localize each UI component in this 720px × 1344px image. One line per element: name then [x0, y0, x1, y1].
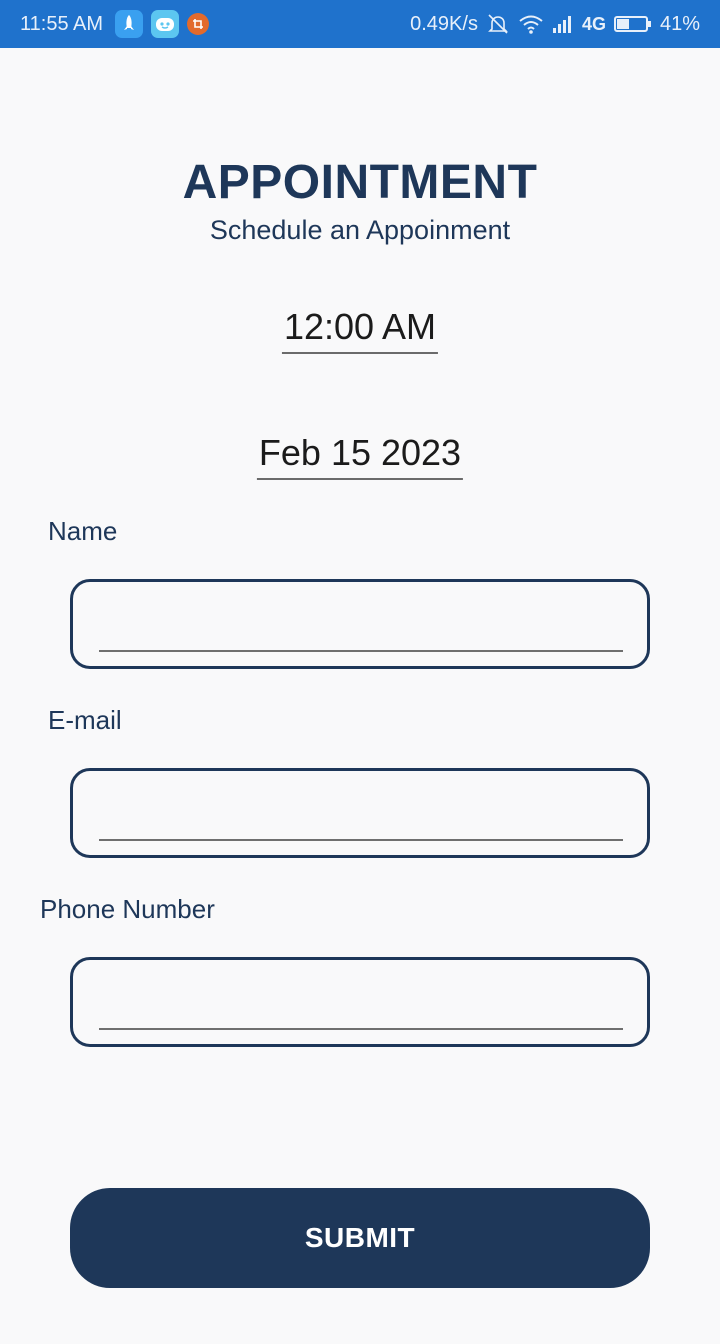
status-bar-right: 0.49K/s 4G 41%	[410, 12, 700, 36]
signal-icon	[552, 14, 574, 34]
email-field-box	[70, 768, 650, 858]
appointment-screen: 11:55 AM 0.49K/s 4G 41% APPOINTMENT Sche…	[0, 0, 720, 1344]
phone-label: Phone Number	[40, 894, 215, 924]
name-input[interactable]	[99, 596, 623, 652]
battery-icon	[613, 15, 652, 33]
status-time: 11:55 AM	[20, 12, 104, 35]
status-bar: 11:55 AM 0.49K/s 4G 41%	[0, 0, 720, 48]
robot-app-icon	[151, 10, 180, 38]
name-field-box	[70, 579, 650, 669]
submit-button[interactable]: SUBMIT	[70, 1188, 650, 1288]
crop-app-icon	[187, 13, 210, 35]
page-title: APPOINTMENT	[182, 156, 538, 209]
date-picker[interactable]: Feb 15 2023	[256, 432, 464, 480]
network-speed: 0.49K/s	[410, 12, 478, 35]
battery-percent: 41%	[659, 12, 700, 35]
status-bar-left: 11:55 AM	[20, 10, 210, 38]
wifi-icon	[518, 13, 544, 35]
network-type: 4G	[581, 13, 606, 34]
time-picker[interactable]: 12:00 AM	[281, 306, 439, 354]
rocket-app-icon	[115, 10, 144, 38]
email-input[interactable]	[99, 785, 623, 841]
phone-field-box	[70, 957, 650, 1047]
email-label: E-mail	[48, 705, 122, 735]
name-label: Name	[48, 516, 118, 546]
phone-input[interactable]	[99, 974, 623, 1030]
page-subtitle: Schedule an Appoinment	[209, 215, 511, 245]
mute-bell-icon	[486, 12, 510, 36]
